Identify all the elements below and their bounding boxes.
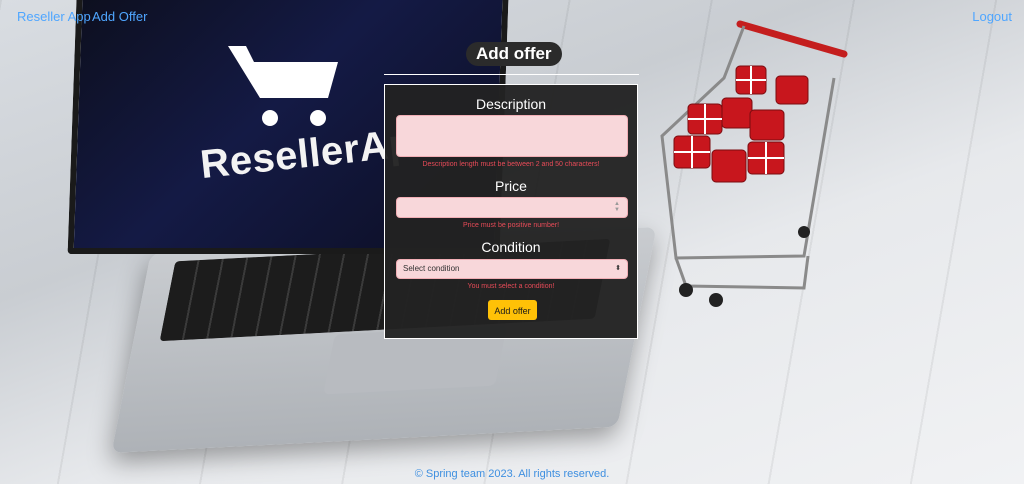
description-error: Description length must be between 2 and… (422, 161, 600, 168)
condition-label: Condition (481, 239, 541, 255)
nav-brand-link[interactable]: Reseller App (17, 9, 91, 24)
description-textarea[interactable] (396, 115, 628, 157)
footer-copyright: © Spring team 2023. All rights reserved. (414, 468, 610, 480)
condition-select[interactable]: Select condition ⬍ (396, 259, 628, 279)
price-error: Price must be positive number! (462, 222, 560, 229)
nav-logout-link[interactable]: Logout (972, 9, 1012, 24)
shopping-cart-gifts-image (660, 20, 848, 307)
nav-add-offer-link[interactable]: Add Offer (92, 9, 147, 24)
price-input[interactable]: ▲ ▼ (396, 197, 628, 218)
number-spinner-icon[interactable]: ▲ ▼ (613, 201, 621, 214)
add-offer-form: Description Description length must be b… (384, 84, 638, 339)
shopping-cart-logo-icon (228, 46, 338, 126)
chevron-up-down-icon: ⬍ (615, 265, 621, 272)
page-title: Add offer (466, 42, 562, 66)
condition-error: You must select a condition! (467, 283, 555, 290)
title-divider (384, 74, 639, 75)
price-label: Price (495, 178, 527, 194)
condition-selected-value: Select condition (403, 264, 460, 273)
add-offer-button[interactable]: Add offer (488, 300, 537, 320)
description-label: Description (475, 96, 547, 112)
